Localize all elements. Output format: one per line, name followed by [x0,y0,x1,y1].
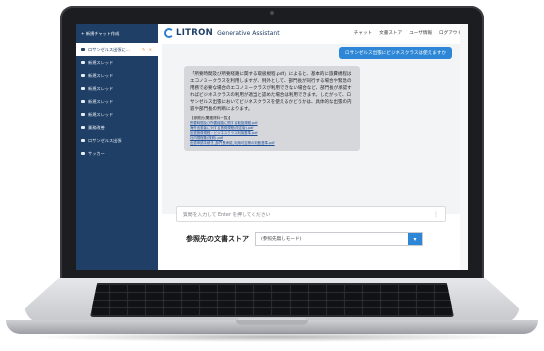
chat-icon [81,74,85,77]
chevron-down-icon[interactable]: ▾ [408,233,422,245]
doc-store-label: 参照先の文書ストア [186,235,249,243]
sidebar-item-label: 新規スレッド [88,72,114,78]
sidebar-item-label: 新規スレッド [88,85,114,91]
app-header: LITRON Generative Assistant チャット 文書ストア ユ… [158,24,468,42]
sidebar-item-thread[interactable]: 新規スレッド [76,108,158,121]
edit-delete-icons[interactable]: ✎ ✕ [142,47,153,52]
chat-icon [81,139,85,142]
sidebar-item-thread[interactable]: 新規スレッド [76,82,158,95]
brand-subtitle: Generative Assistant [217,29,280,37]
new-chat-button[interactable]: + 新規チャット作成 [76,28,158,43]
brand-name: LITRON [176,28,214,38]
chat-icon [81,48,85,51]
sidebar-item-thread[interactable]: 新規スレッド [76,56,158,69]
sidebar-item-label: ロサンゼルス出張に… [88,46,130,52]
nav-user-info[interactable]: ユーザ情報 [409,30,432,36]
sidebar-item-label: 新規スレッド [88,98,114,104]
laptop-keyboard [90,283,454,317]
sidebar-item-thread[interactable]: ロサンゼルス出張 [76,134,158,147]
sidebar-item-thread[interactable]: 新規スレッド [76,95,158,108]
sidebar-item-label: サッカー [88,150,105,156]
question-input-placeholder: 質問を入力して Enter を押してください [183,212,271,218]
chat-icon [81,113,85,116]
chat-icon [81,87,85,90]
chat-icon [81,126,85,129]
doc-store-value: (参照先無しモード) [261,237,302,242]
nav-chat[interactable]: チャット [354,30,372,36]
sidebar-item-label: 業務改善 [88,124,105,130]
sidebar-item-label: 新規スレッド [88,111,114,117]
chat-icon [81,61,85,64]
reference-link[interactable]: 出張申請手続き_部門長承認_利用可否等の判断基準.pdf [190,141,354,146]
user-message: ロサンゼルス出張にビジネスクラスは使えますか [339,47,452,59]
sidebar: + 新規チャット作成 ロサンゼルス出張に… ✎ ✕ 新規スレッド 新規スレッド … [76,24,158,270]
chat-icon [81,100,85,103]
assistant-message: 「所要時間及び所要経路に関する取扱規程.pdf」によると、基本的に旅費規程はエコ… [184,66,360,151]
main-panel: LITRON Generative Assistant チャット 文書ストア ユ… [158,24,468,270]
new-chat-label: + 新規チャット作成 [81,31,120,36]
nav-doc-store[interactable]: 文書ストア [379,30,402,36]
laptop-notch [236,320,308,325]
sidebar-item-thread[interactable]: ロサンゼルス出張に… ✎ ✕ [76,43,158,56]
nav-logout[interactable]: ログアウト [439,30,462,36]
top-nav: チャット 文書ストア ユーザ情報 ログアウト [354,30,462,36]
chat-icon [81,152,85,155]
laptop-shadow [30,332,514,342]
litron-logo-icon [164,28,174,38]
resize-handle-icon[interactable]: ⋮ [433,211,439,218]
sidebar-item-label: ロサンゼルス出張 [88,137,122,143]
sidebar-item-thread[interactable]: 新規スレッド [76,69,158,82]
webcam-icon [270,11,274,15]
question-input[interactable]: 質問を入力して Enter を押してください ⋮ [176,206,446,222]
sidebar-item-thread[interactable]: 業務改善 [76,121,158,134]
chat-area: ロサンゼルス出張にビジネスクラスは使えますか 「所要時間及び所要経路に関する取扱… [162,44,464,214]
sidebar-item-thread[interactable]: サッカー [76,147,158,160]
page-scroll-strip [460,24,468,270]
doc-store-row: 参照先の文書ストア (参照先無しモード) ▾ [186,232,423,246]
doc-store-select[interactable]: (参照先無しモード) ▾ [255,232,423,246]
app-screen: + 新規チャット作成 ロサンゼルス出張に… ✎ ✕ 新規スレッド 新規スレッド … [76,24,468,270]
sidebar-item-label: 新規スレッド [88,59,114,65]
assistant-message-text: 「所要時間及び所要経路に関する取扱規程.pdf」によると、基本的に旅費規程はエコ… [190,72,352,112]
